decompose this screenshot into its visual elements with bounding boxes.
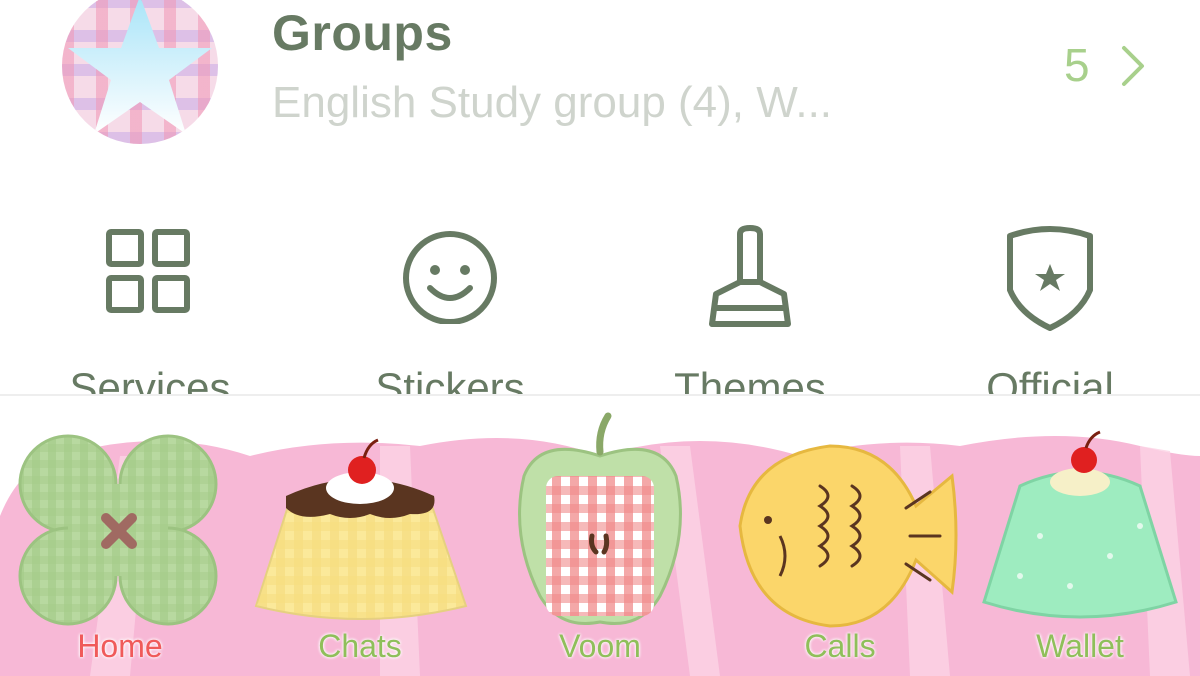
tab-label-calls: Calls (804, 628, 876, 664)
tab-calls[interactable]: Calls (720, 396, 960, 676)
tab-voom[interactable]: Voom (480, 396, 720, 676)
grid-icon (106, 229, 190, 313)
tab-label-chats: Chats (318, 628, 402, 664)
smiley-icon (403, 231, 497, 324)
tab-wallet[interactable]: Wallet (960, 396, 1200, 676)
shortcut-themes[interactable]: Themes (630, 224, 870, 411)
shortcut-official[interactable]: Official (930, 224, 1170, 411)
shield-star-icon (1007, 226, 1093, 331)
paint-brush-icon (709, 225, 791, 327)
chevron-right-icon[interactable] (1112, 44, 1152, 88)
groups-row[interactable]: Groups English Study group (4), W... 5 (0, 0, 1200, 160)
tab-chats[interactable]: Chats (240, 396, 480, 676)
shortcut-stickers[interactable]: Stickers (330, 224, 570, 411)
tab-label-wallet: Wallet (1036, 628, 1124, 664)
groups-count: 5 (1064, 39, 1090, 91)
tab-label-voom: Voom (559, 628, 641, 664)
tab-home[interactable]: Home (0, 396, 240, 676)
tab-label-home: Home (77, 628, 163, 664)
star-icon (68, 0, 212, 134)
groups-subtitle: English Study group (4), W... (272, 78, 833, 127)
groups-title: Groups (272, 5, 453, 61)
shortcut-services[interactable]: Services (30, 224, 270, 411)
tab-bar: Home Chats Voom Calls Wallet (0, 394, 1200, 676)
groups-avatar (62, 0, 218, 144)
